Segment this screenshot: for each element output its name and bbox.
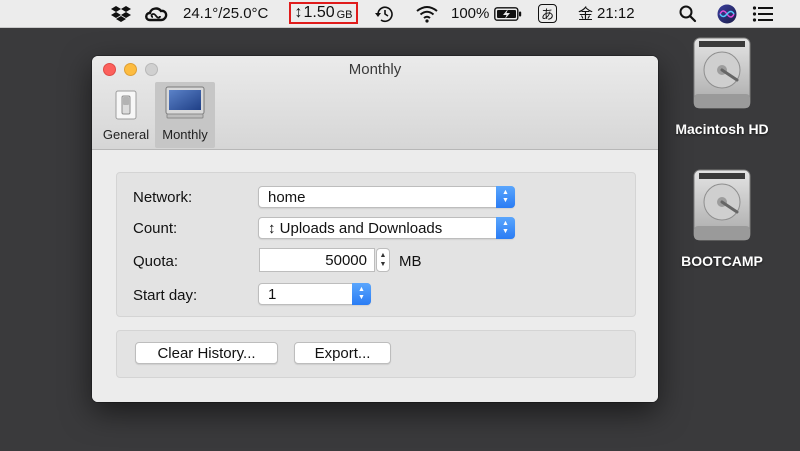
startday-popup[interactable]: 1 ▲ ▼ <box>258 283 371 305</box>
chevron-updown-icon: ▲ ▼ <box>352 283 371 305</box>
startday-value: 1 <box>268 285 277 303</box>
chevron-updown-icon: ▲ ▼ <box>496 217 515 239</box>
window-titlebar[interactable]: Monthly General Monthly <box>92 56 658 150</box>
count-value: ↕ Uploads and Downloads <box>268 219 443 237</box>
dropbox-icon[interactable] <box>110 0 132 27</box>
network-popup[interactable]: home ▲ ▼ <box>258 186 515 208</box>
input-method-indicator[interactable]: あ <box>538 0 557 27</box>
actions-group: Clear History... Export... <box>116 330 636 378</box>
chevron-updown-icon: ▲ ▼ <box>496 186 515 208</box>
spotlight-icon[interactable] <box>678 0 698 27</box>
creative-cloud-icon[interactable] <box>143 0 169 27</box>
settings-group: Network: home ▲ ▼ Count: ↕ Uploads and Do… <box>116 172 636 317</box>
tab-general[interactable]: General <box>98 82 154 148</box>
network-label: Network: <box>133 189 193 206</box>
input-method-glyph: あ <box>538 4 557 23</box>
network-value: home <box>268 188 306 206</box>
clock-time[interactable]: 21:12 <box>597 0 635 27</box>
updown-arrow-icon: ↕ <box>294 4 303 21</box>
hard-disk-icon <box>693 37 751 109</box>
count-label: Count: <box>133 220 178 237</box>
notification-center-icon[interactable] <box>752 0 774 27</box>
wifi-icon[interactable] <box>415 0 439 27</box>
tab-general-label: General <box>102 127 150 142</box>
clear-history-button[interactable]: Clear History... <box>135 342 278 364</box>
siri-icon[interactable] <box>716 0 738 27</box>
export-button[interactable]: Export... <box>294 342 391 364</box>
battery-percentage[interactable]: 100% <box>451 0 489 27</box>
quota-stepper[interactable]: ▲ ▼ <box>376 248 390 272</box>
menu-bar: 24.1°/25.0°C ↕ 1.50 GB 100% あ 金 21:12 <box>0 0 800 28</box>
hard-disk-icon <box>693 169 751 241</box>
desktop-disk-bootcamp[interactable]: BOOTCAMP <box>662 168 782 269</box>
preferences-window: Monthly General Monthly Network: home ▲ … <box>92 56 658 402</box>
battery-charging-icon[interactable] <box>494 0 522 27</box>
switch-icon <box>115 90 137 120</box>
network-usage-value: 1.50 <box>303 4 335 21</box>
desktop-disk-label: BOOTCAMP <box>681 253 763 269</box>
count-popup[interactable]: ↕ Uploads and Downloads ▲ ▼ <box>258 217 515 239</box>
network-usage-indicator[interactable]: ↕ 1.50 GB <box>289 2 358 24</box>
time-machine-icon[interactable] <box>374 0 396 27</box>
temperature-reading[interactable]: 24.1°/25.0°C <box>183 0 268 27</box>
quota-label: Quota: <box>133 253 179 270</box>
network-usage-unit: GB <box>336 9 353 21</box>
window-title: Monthly <box>348 61 402 78</box>
monthly-pane: Network: home ▲ ▼ Count: ↕ Uploads and Do… <box>92 150 658 402</box>
quota-unit: MB <box>399 253 422 270</box>
tab-monthly[interactable]: Monthly <box>155 82 215 148</box>
desktop-disk-macintosh-hd[interactable]: Macintosh HD <box>662 36 782 137</box>
clock-day[interactable]: 金 <box>578 0 593 27</box>
desktop-disk-label: Macintosh HD <box>675 121 769 137</box>
monitor-icon <box>165 86 205 119</box>
startday-label: Start day: <box>133 287 198 304</box>
quota-field[interactable]: 50000 <box>259 248 375 272</box>
tab-monthly-label: Monthly <box>162 127 208 142</box>
